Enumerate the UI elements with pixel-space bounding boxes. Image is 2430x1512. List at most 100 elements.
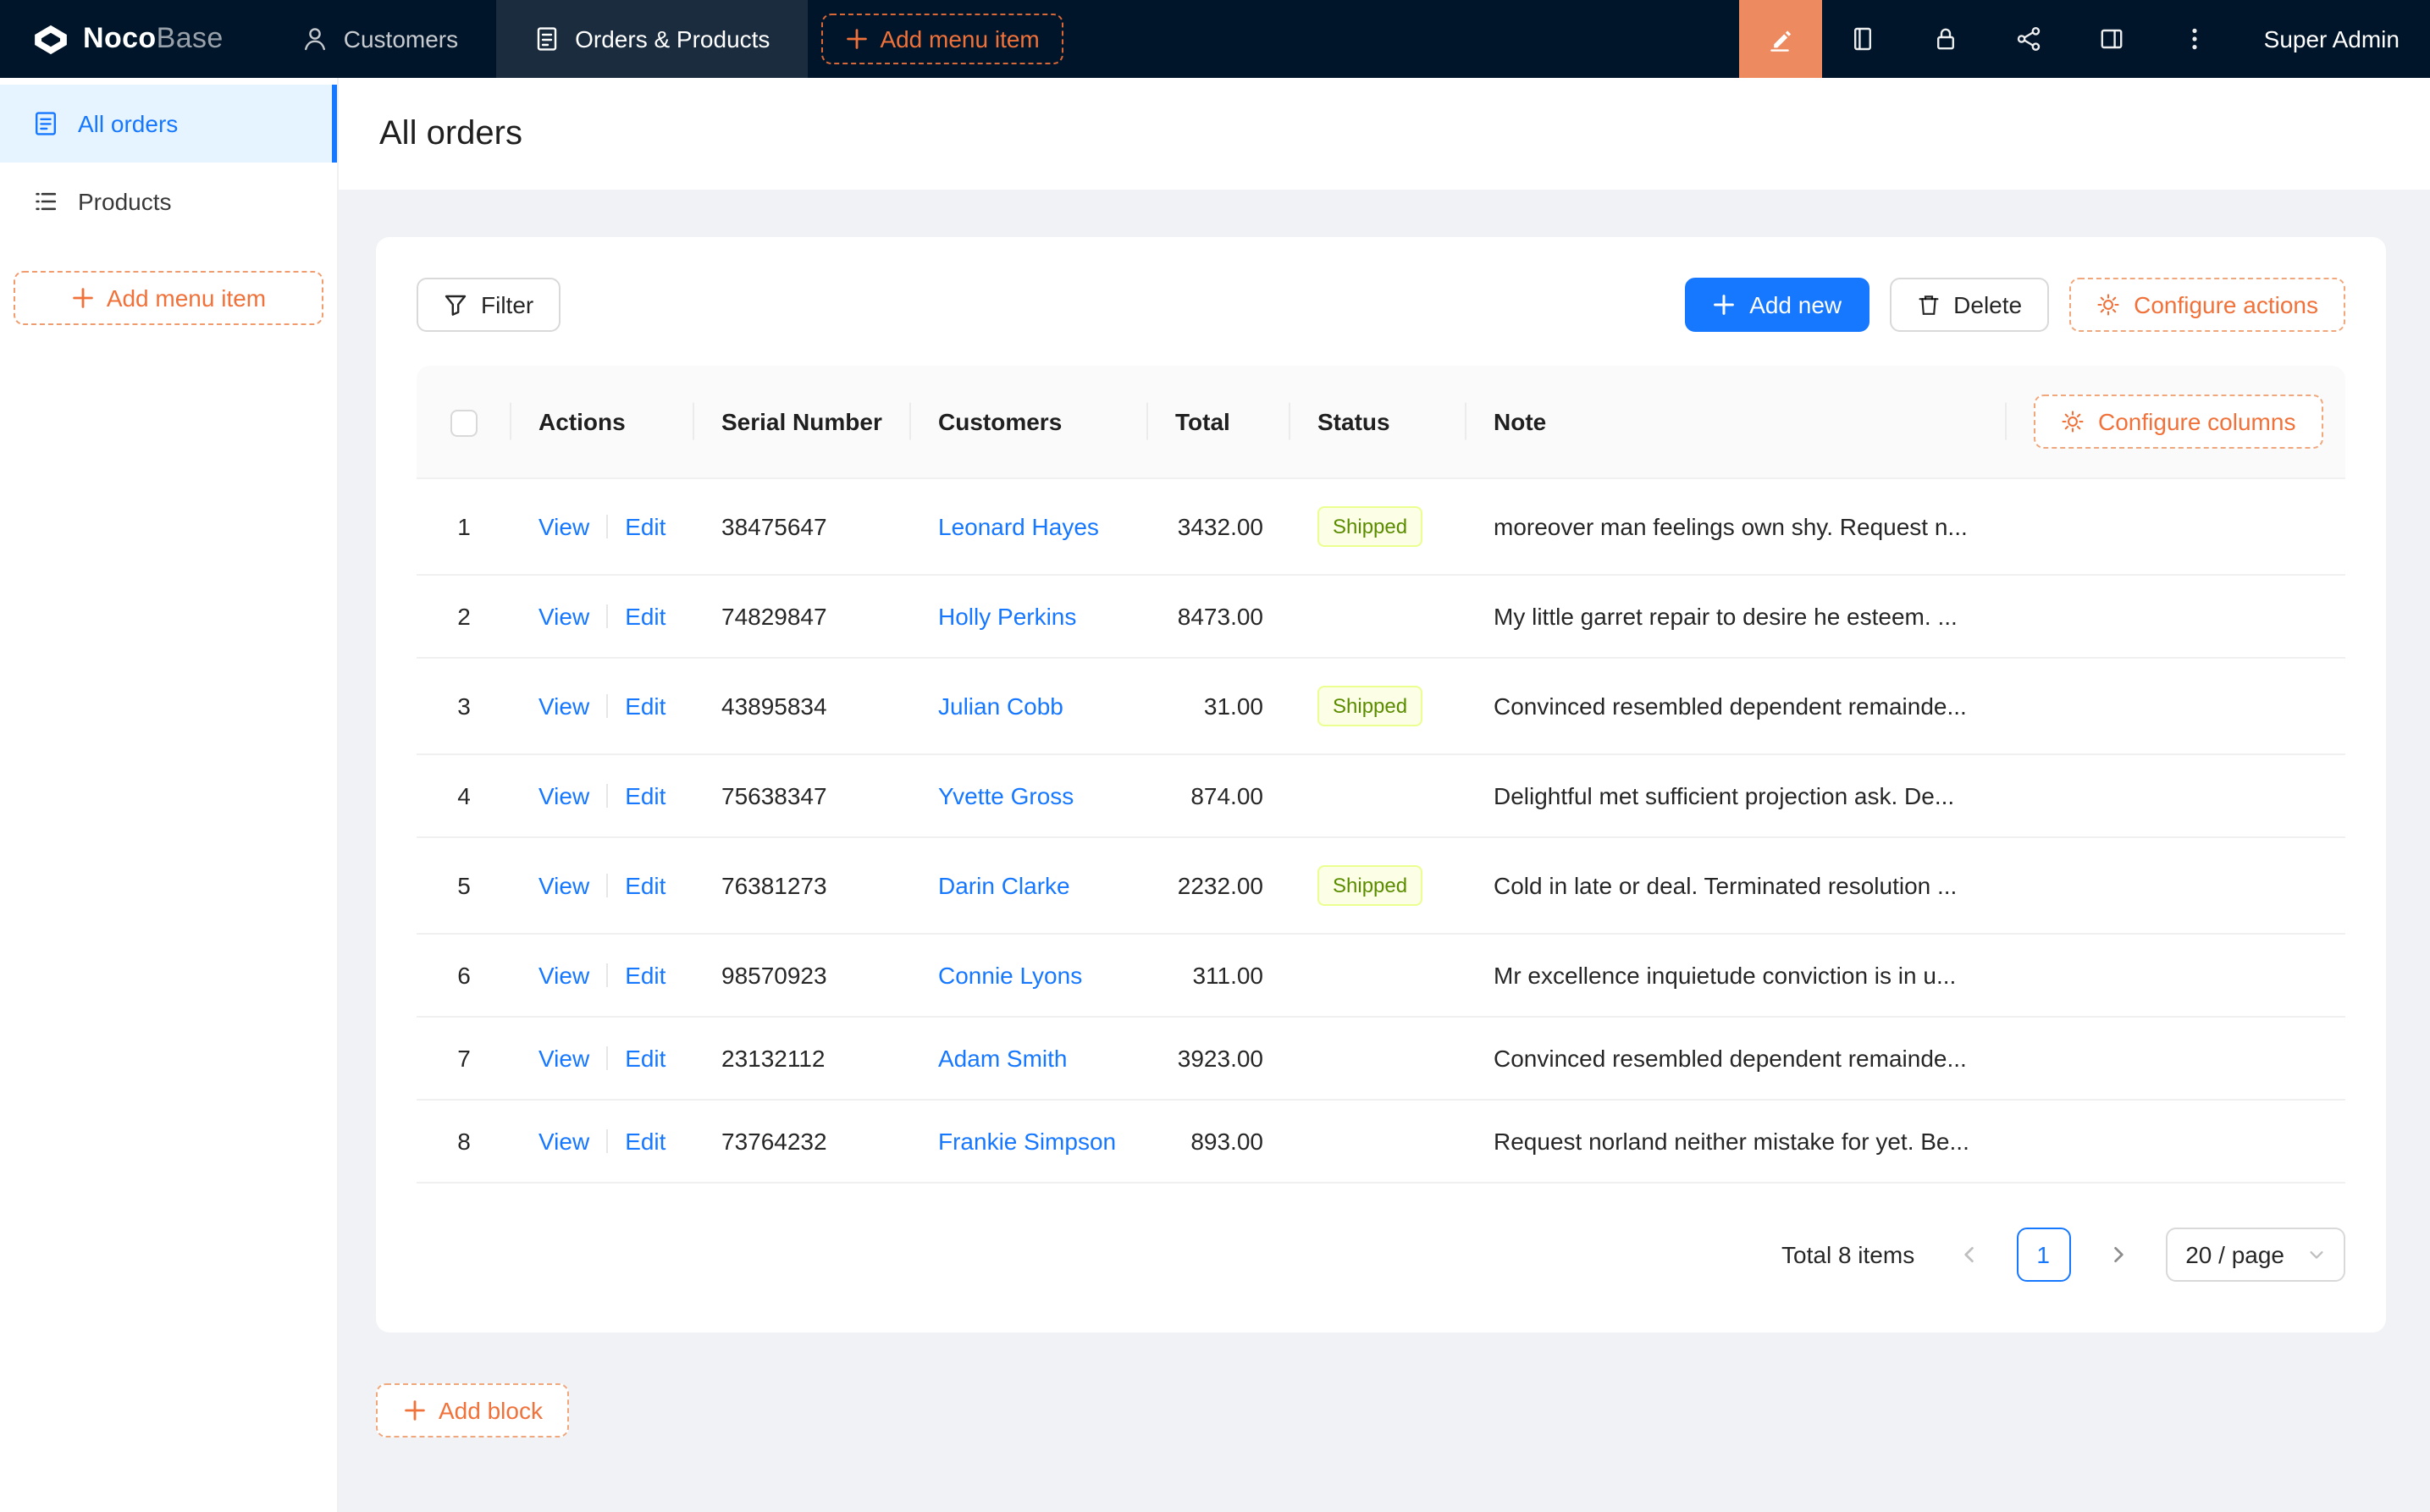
status-tag: Shipped [1317,686,1422,726]
page-header: All orders [339,78,2430,190]
orders-table: Actions Serial Number Customers Total St… [417,366,2345,1184]
header-add-menu-item-button[interactable]: Add menu item [820,14,1063,64]
customer-link[interactable]: Holly Perkins [938,603,1076,630]
view-link[interactable]: View [538,603,589,630]
column-header-status: Status [1290,366,1466,479]
total-value: 8473.00 [1178,603,1263,630]
customers-icon [301,25,329,52]
edit-link[interactable]: Edit [625,1128,665,1155]
sidebar-item-label: All orders [78,110,178,137]
more-button[interactable] [2154,0,2237,78]
select-all-header [417,366,511,479]
nav-item-customers[interactable]: Customers [264,0,495,78]
edit-link[interactable]: Edit [625,603,665,630]
table-row: 4 ViewEdit 75638347 Yvette Gross 874.00 … [417,755,2345,838]
row-index: 4 [457,782,471,809]
note-text: My little garret repair to desire he est… [1494,603,1958,630]
note-text: Cold in late or deal. Terminated resolut… [1494,872,1957,899]
layout-icon [2099,25,2126,52]
nav-item-label: Orders & Products [575,25,770,52]
add-block-button[interactable]: Add block [376,1383,570,1438]
table-row: 5 ViewEdit 76381273 Darin Clarke 2232.00… [417,838,2345,935]
row-index: 5 [457,872,471,899]
total-items-label: Total 8 items [1781,1241,1914,1268]
total-value: 874.00 [1190,782,1263,809]
plus-icon [71,286,95,310]
customer-link[interactable]: Connie Lyons [938,962,1082,989]
column-header-total: Total [1148,366,1290,479]
top-header: NocoBase Customers Orders & Products [0,0,2430,78]
total-value: 311.00 [1192,962,1263,989]
note-text: Convinced resembled dependent remainde..… [1494,693,1967,720]
view-link[interactable]: View [538,962,589,989]
customer-link[interactable]: Leonard Hayes [938,513,1099,540]
edit-link[interactable]: Edit [625,962,665,989]
notebook-icon [1850,25,1877,52]
serial-number: 38475647 [721,513,827,540]
select-all-checkbox[interactable] [450,409,478,436]
chevron-right-icon [2107,1244,2128,1265]
view-link[interactable]: View [538,782,589,809]
table-row: 7 ViewEdit 23132112 Adam Smith 3923.00 C… [417,1018,2345,1101]
pagination-page-1-button[interactable]: 1 [2016,1228,2070,1282]
actions-cell: View Edit [511,755,694,838]
customer-link[interactable]: Darin Clarke [938,872,1070,899]
pagination: Total 8 items 1 [417,1228,2345,1282]
action-divider [606,1129,608,1153]
edit-link[interactable]: Edit [625,1045,665,1072]
plus-icon [1712,293,1736,317]
view-link[interactable]: View [538,872,589,899]
add-new-button[interactable]: Add new [1685,278,1869,332]
layout-button[interactable] [2071,0,2154,78]
row-index: 2 [457,603,471,630]
edit-link[interactable]: Edit [625,513,665,540]
sidebar-item-all-orders[interactable]: All orders [0,85,337,163]
trash-icon [1916,293,1940,317]
list-icon [32,188,59,215]
order-file-icon [32,110,59,137]
configure-columns-button[interactable]: Configure columns [2034,395,2322,449]
view-link[interactable]: View [538,1045,589,1072]
action-divider [606,694,608,718]
table-row: 2 ViewEdit 74829847 Holly Perkins 8473.0… [417,576,2345,659]
gear-icon [2061,410,2085,433]
table-row: 8 ViewEdit 73764232 Frankie Simpson 893.… [417,1101,2345,1184]
action-divider [606,1046,608,1070]
pagination-next-button[interactable] [2090,1228,2145,1282]
customer-link[interactable]: Frankie Simpson [938,1128,1116,1155]
actions-cell: View Edit [511,1018,694,1101]
view-link[interactable]: View [538,513,589,540]
view-link[interactable]: View [538,1128,589,1155]
nocobase-logo[interactable]: NocoBase [0,0,264,78]
customer-link[interactable]: Yvette Gross [938,782,1074,809]
lock-button[interactable] [1905,0,1988,78]
customer-link[interactable]: Julian Cobb [938,693,1063,720]
page-content: Filter Add new [339,190,2430,1512]
edit-link[interactable]: Edit [625,872,665,899]
view-link[interactable]: View [538,693,589,720]
serial-number: 23132112 [721,1045,826,1072]
customer-link[interactable]: Adam Smith [938,1045,1068,1072]
table-row: 1 ViewEdit 38475647 Leonard Hayes 3432.0… [417,479,2345,576]
nav-item-orders-products[interactable]: Orders & Products [495,0,807,78]
actions-cell: View Edit [511,659,694,755]
ui-editor-button[interactable] [1739,0,1822,78]
status-tag: Shipped [1317,506,1422,547]
notebook-button[interactable] [1822,0,1905,78]
edit-link[interactable]: Edit [625,693,665,720]
configure-actions-button[interactable]: Configure actions [2069,278,2345,332]
sidebar-add-menu-item-button[interactable]: Add menu item [14,271,323,325]
user-menu[interactable]: Super Admin [2237,0,2430,78]
delete-button[interactable]: Delete [1889,278,2049,332]
sidebar-item-products[interactable]: Products [0,163,337,240]
page-size-select[interactable]: 20 / page [2165,1228,2345,1282]
pagination-prev-button[interactable] [1941,1228,1996,1282]
edit-link[interactable]: Edit [625,782,665,809]
lock-icon [1933,25,1960,52]
gear-icon [2096,293,2120,317]
filter-icon [444,293,467,317]
filter-button[interactable]: Filter [417,278,561,332]
api-button[interactable] [1988,0,2071,78]
serial-number: 43895834 [721,693,827,720]
actions-cell: View Edit [511,479,694,576]
